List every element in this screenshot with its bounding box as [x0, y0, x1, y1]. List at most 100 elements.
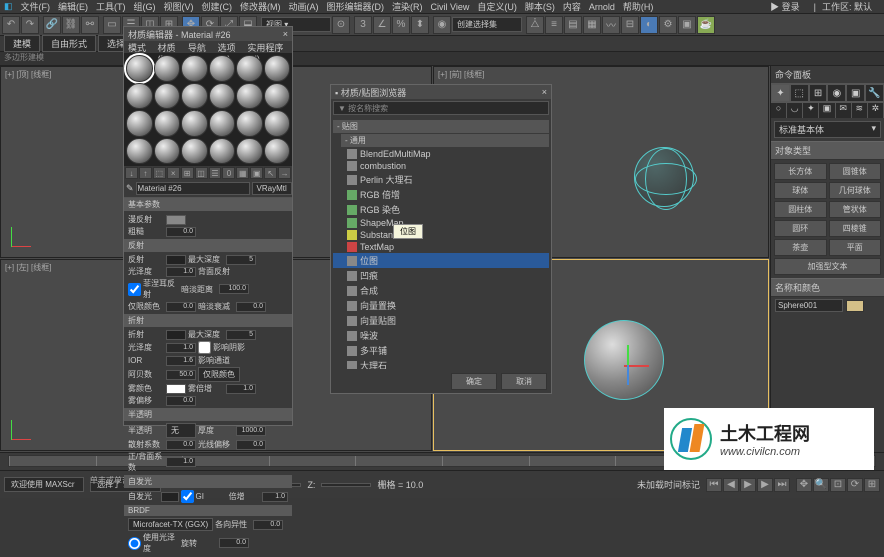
material-slot[interactable]: [209, 138, 236, 165]
assign-material-button[interactable]: ⬚: [153, 167, 166, 179]
material-slot[interactable]: [209, 55, 236, 82]
curve-editor-button[interactable]: 〰: [602, 16, 620, 34]
map-item[interactable]: 噪波: [333, 328, 549, 343]
material-slot[interactable]: [264, 55, 291, 82]
browser-search-input[interactable]: ▼ 按名称搜索: [333, 101, 549, 115]
viewport-front-label[interactable]: [+] [前] [线框]: [438, 69, 484, 80]
fog-color-swatch[interactable]: [166, 384, 186, 394]
material-slot[interactable]: [181, 138, 208, 165]
material-slot[interactable]: [181, 83, 208, 110]
mirror-button[interactable]: ⧊: [526, 16, 544, 34]
menu-group[interactable]: 组(G): [134, 0, 156, 13]
map-item[interactable]: Substance: [333, 229, 549, 241]
redo-button[interactable]: ↷: [21, 16, 39, 34]
dimdist-spinner[interactable]: 100.0: [219, 284, 249, 294]
cone-button[interactable]: 圆锥体: [829, 163, 882, 180]
ribbon-button[interactable]: ▦: [583, 16, 601, 34]
abbe-spinner[interactable]: 50.0: [166, 370, 196, 380]
percent-snap-button[interactable]: %: [392, 16, 410, 34]
material-slot[interactable]: [264, 83, 291, 110]
cancel-button[interactable]: 取消: [501, 373, 547, 390]
material-slot[interactable]: [126, 83, 153, 110]
menu-render[interactable]: 渲染(R): [392, 0, 423, 13]
sphere-button[interactable]: 球体: [774, 182, 827, 199]
material-slot[interactable]: [236, 55, 263, 82]
brdf-dropdown[interactable]: Microfacet-TX (GGX): [128, 518, 213, 531]
show-map-button[interactable]: ▦: [236, 167, 249, 179]
spinner-snap-button[interactable]: ⬍: [411, 16, 429, 34]
unlink-button[interactable]: ⛓: [62, 16, 80, 34]
workspace-dropdown[interactable]: 工作区: 默认: [822, 0, 872, 13]
material-slot[interactable]: [154, 138, 181, 165]
map-item[interactable]: 向量贴图: [333, 313, 549, 328]
menu-script[interactable]: 脚本(S): [525, 0, 555, 13]
map-item-bitmap[interactable]: 位图: [333, 253, 549, 268]
map-item[interactable]: 大理石: [333, 358, 549, 369]
rotation-spinner[interactable]: 0.0: [219, 538, 249, 548]
map-item[interactable]: Perlin 大理石: [333, 172, 549, 187]
reset-material-button[interactable]: ×: [167, 167, 180, 179]
object-type-rollout[interactable]: 对象类型: [771, 141, 884, 160]
material-slot[interactable]: [154, 55, 181, 82]
map-item[interactable]: TextMap: [333, 241, 549, 253]
dimfall-spinner[interactable]: 0.0: [236, 302, 266, 312]
geometry-cat-button[interactable]: ○: [771, 103, 787, 118]
geosphere-button[interactable]: 几何球体: [829, 182, 882, 199]
textplus-button[interactable]: 加强型文本: [774, 258, 881, 275]
render-button[interactable]: ☕: [697, 16, 715, 34]
usegloss-radio[interactable]: [128, 537, 141, 550]
menu-graph[interactable]: 图形编辑器(D): [327, 0, 385, 13]
name-color-rollout[interactable]: 名称和颜色: [771, 278, 884, 297]
tab-freeform[interactable]: 自由形式: [42, 35, 96, 52]
general-section-header[interactable]: - 通用: [341, 134, 549, 147]
scatter-spinner[interactable]: 0.0: [166, 440, 196, 450]
sphere-wireframe[interactable]: [634, 147, 694, 207]
metal-spinner[interactable]: 0.0: [166, 302, 196, 312]
select-button[interactable]: ▭: [103, 16, 121, 34]
go-forward-button[interactable]: →: [278, 167, 291, 179]
lights-cat-button[interactable]: ✦: [803, 103, 819, 118]
map-item[interactable]: BlendEdMultiMap: [333, 148, 549, 160]
material-type-button[interactable]: VRayMtl: [252, 182, 292, 195]
go-parent-button[interactable]: ↖: [264, 167, 277, 179]
mult-spinner[interactable]: 1.0: [262, 492, 288, 502]
tab-modeling[interactable]: 建模: [4, 35, 40, 52]
display-tab[interactable]: ▣: [846, 84, 865, 102]
cylinder-button[interactable]: 圆柱体: [774, 201, 827, 218]
mat-menu-util[interactable]: 实用程序(U): [247, 41, 288, 53]
menu-civil[interactable]: Civil View: [431, 2, 470, 12]
material-slot[interactable]: [126, 110, 153, 137]
diffuse-color-swatch[interactable]: [166, 215, 186, 225]
mat-menu-nav[interactable]: 导航(N): [188, 41, 214, 53]
mat-editor-close-icon[interactable]: ×: [283, 29, 288, 39]
systems-cat-button[interactable]: ✲: [868, 103, 884, 118]
menu-file[interactable]: 文件(F): [21, 0, 51, 13]
affect-shadows-checkbox[interactable]: [198, 341, 211, 354]
align-button[interactable]: ≡: [545, 16, 563, 34]
link-button[interactable]: 🔗: [43, 16, 61, 34]
render-frame-button[interactable]: ▣: [678, 16, 696, 34]
menu-edit[interactable]: 编辑(E): [58, 0, 88, 13]
schematic-button[interactable]: ⊟: [621, 16, 639, 34]
goto-end-button[interactable]: ⏭: [774, 478, 790, 492]
put-material-button[interactable]: ↑: [139, 167, 152, 179]
undo-button[interactable]: ↶: [2, 16, 20, 34]
menu-view[interactable]: 视图(V): [164, 0, 194, 13]
material-slot[interactable]: [126, 138, 153, 165]
named-sel-button[interactable]: ◉: [433, 16, 451, 34]
rough-spinner[interactable]: 0.0: [166, 227, 196, 237]
map-item[interactable]: 凹痕: [333, 268, 549, 283]
put-library-button[interactable]: ☰: [209, 167, 222, 179]
render-setup-button[interactable]: ⚙: [659, 16, 677, 34]
material-slot[interactable]: [181, 55, 208, 82]
reflect-color-swatch[interactable]: [166, 255, 186, 265]
material-id-button[interactable]: 0: [222, 167, 235, 179]
gloss2-spinner[interactable]: 1.0: [166, 343, 196, 353]
ok-button[interactable]: 确定: [451, 373, 497, 390]
menu-help[interactable]: 帮助(H): [623, 0, 654, 13]
zoom-ext-button[interactable]: ⊡: [830, 478, 846, 492]
show-end-button[interactable]: ▣: [250, 167, 263, 179]
selfillum-color-swatch[interactable]: [161, 492, 179, 502]
fbcoef-spinner[interactable]: 1.0: [166, 457, 196, 467]
zoom-button[interactable]: 🔍: [813, 478, 829, 492]
